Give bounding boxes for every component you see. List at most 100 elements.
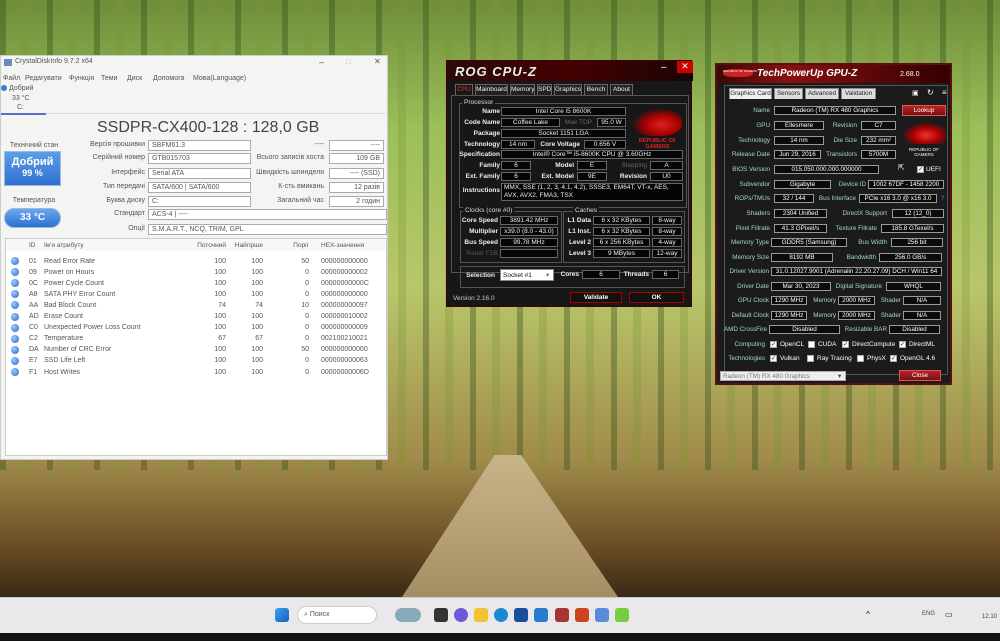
table-cell: 100 (251, 279, 263, 287)
health-percent: 99 % (22, 168, 43, 178)
field-label: Інтерфейс (111, 169, 145, 176)
table-row[interactable]: 01 Read Error Rate 100 100 50 000000000000 (6, 256, 386, 267)
table-cell: 00000000000C (321, 279, 369, 287)
technologies-ray-tracing-checkbox[interactable] (807, 355, 814, 362)
gpu-select[interactable]: Radeon (TM) RX 480 Graphics ▾ (720, 371, 846, 381)
share-icon[interactable]: ⇱ (898, 163, 905, 172)
table-row[interactable]: AD Erase Count 100 100 0 000000010002 (6, 312, 386, 323)
validate-button[interactable]: Validate (570, 292, 622, 303)
maximize-button[interactable]: □ (346, 57, 351, 66)
app-icon-5[interactable] (615, 608, 629, 622)
computing-directml-checkbox[interactable]: ✓ (899, 341, 906, 348)
minimize-button[interactable]: – (319, 57, 324, 67)
column-header[interactable]: Поточний (176, 242, 226, 249)
table-cell: 0 (305, 335, 309, 343)
app-icon-2[interactable] (454, 608, 468, 622)
tab-cpu[interactable]: CPU (455, 84, 473, 95)
tab-spd[interactable]: SPD (537, 84, 552, 95)
menu-icon[interactable]: ≡ (942, 88, 947, 97)
table-row[interactable]: 09 Power on Hours 100 100 0 000000000002 (6, 267, 386, 278)
tray-lang[interactable]: ENG (922, 611, 935, 617)
table-row[interactable]: C2 Temperature 67 67 0 002100210021 (6, 334, 386, 345)
computing-directcompute-checkbox[interactable]: ✓ (842, 341, 849, 348)
max-tdp-label: Max TDP (565, 119, 592, 126)
menu-item[interactable]: Мова(Language) (193, 75, 246, 82)
cache-l1i-way: 8-way (652, 227, 682, 236)
lookup-button[interactable]: Lookup (902, 105, 946, 116)
column-header[interactable]: Ім'я атрибуту (44, 242, 84, 249)
tab-sensors[interactable]: Sensors (774, 88, 803, 99)
field-value: C: (148, 196, 251, 207)
texture-fillrate-label: Texture Fillrate (835, 225, 877, 232)
bus-interface-help[interactable]: ? (941, 195, 945, 202)
column-header[interactable]: Найгірше (231, 242, 263, 249)
technologies-physx-checkbox[interactable] (857, 355, 864, 362)
menu-item[interactable]: Файл (3, 75, 20, 82)
temperature-badge: 33 °C (4, 208, 61, 228)
app-icon-3[interactable] (534, 608, 548, 622)
app-icon-4[interactable] (575, 608, 589, 622)
clock[interactable]: 12.10 (982, 614, 997, 620)
gpu-shader-clock-label: Shader (880, 297, 901, 304)
table-row[interactable]: C0 Unexpected Power Loss Count 100 100 0 0000… (6, 323, 386, 334)
close-button[interactable]: ✕ (677, 61, 693, 73)
cpuz-taskbar-icon[interactable] (555, 608, 569, 622)
tray-chevron-icon[interactable]: ^ (866, 610, 870, 619)
start-icon[interactable] (275, 608, 289, 622)
ok-button[interactable]: OK (629, 292, 684, 303)
camera-icon[interactable]: ▣ (912, 89, 919, 97)
menu-item[interactable]: Теми (101, 75, 118, 82)
tab-graphics-card[interactable]: Graphics Card (729, 88, 772, 99)
file-explorer-icon[interactable] (474, 608, 488, 622)
computing-cuda-checkbox[interactable] (808, 341, 815, 348)
taskbar-search[interactable]: ⌕ Поиск (297, 606, 377, 624)
close-button[interactable]: Close (899, 370, 941, 381)
column-header[interactable]: Поріг (274, 242, 309, 249)
table-cell: 09 (29, 268, 37, 276)
column-header[interactable]: ID (29, 242, 36, 249)
table-row[interactable]: 0C Power Cycle Count 100 100 0 00000000000C (6, 278, 386, 289)
crystaldiskinfo-taskbar-icon[interactable] (595, 608, 609, 622)
column-header[interactable]: HEX-значення (321, 242, 381, 249)
minimize-button[interactable]: – (661, 62, 667, 73)
revision-label: Revision (832, 122, 857, 129)
refresh-icon[interactable]: ↻ (927, 88, 934, 97)
tab-mainboard[interactable]: Mainboard (475, 84, 508, 95)
table-row[interactable]: DA Number of CRC Error 100 100 50 00000000000… (6, 345, 386, 356)
cpuz-window: ROG CPU-Z – ✕ CPU Mainboard Memory SPD Graphics… (446, 60, 693, 307)
menu-item[interactable]: Функція (69, 75, 94, 82)
network-icon[interactable]: ▭ (945, 610, 953, 619)
menu-item[interactable]: Редагувати (25, 75, 62, 82)
tab-memory[interactable]: Memory (510, 84, 535, 95)
table-row[interactable]: AA Bad Block Count 74 74 10 000000000097 (6, 300, 386, 311)
tab-validation[interactable]: Validation (841, 88, 876, 99)
code-name-label: Code Name (464, 119, 500, 126)
uefi-label: UEFI (926, 166, 941, 173)
table-row[interactable]: A8 SATA PHY Error Count 100 100 0 00000000000… (6, 289, 386, 300)
table-cell: 100 (251, 313, 263, 320)
tab-advanced[interactable]: Advanced (805, 88, 839, 99)
search-placeholder: Поиск (309, 611, 330, 618)
table-row[interactable]: F1 Host Writes 100 100 0 00000000006D (6, 367, 386, 378)
tab-bench[interactable]: Bench (584, 84, 608, 95)
tab-graphics[interactable]: Graphics (554, 84, 582, 95)
menu-item[interactable]: Диск (127, 75, 142, 82)
table-cell: 100 (214, 324, 226, 332)
technologies-vulkan-checkbox[interactable]: ✓ (770, 355, 777, 362)
app-icon (4, 59, 12, 66)
edge-icon[interactable] (494, 608, 508, 622)
pixel-fillrate-label: Pixel Fillrate (735, 225, 770, 232)
table-row[interactable]: E7 SSD Life Left 100 100 0 000000000063 (6, 356, 386, 367)
table-cell: 100 (214, 357, 226, 365)
app-icon-1[interactable] (434, 608, 448, 622)
computing-opencl-checkbox[interactable]: ✓ (770, 341, 777, 348)
close-button[interactable]: ✕ (374, 57, 381, 66)
table-cell: 000000000097 (321, 301, 368, 309)
menu-item[interactable]: Допомога (153, 75, 184, 82)
store-icon[interactable] (514, 608, 528, 622)
tab-about[interactable]: About (610, 84, 633, 95)
right-field-value: 12 разів (329, 182, 384, 193)
widgets-icon[interactable] (395, 608, 421, 622)
technologies-opengl-4-6-checkbox[interactable]: ✓ (890, 355, 897, 362)
smart-table: ID Ім'я атрибуту Поточний Найгірше Поріг HEX-… (5, 238, 387, 456)
